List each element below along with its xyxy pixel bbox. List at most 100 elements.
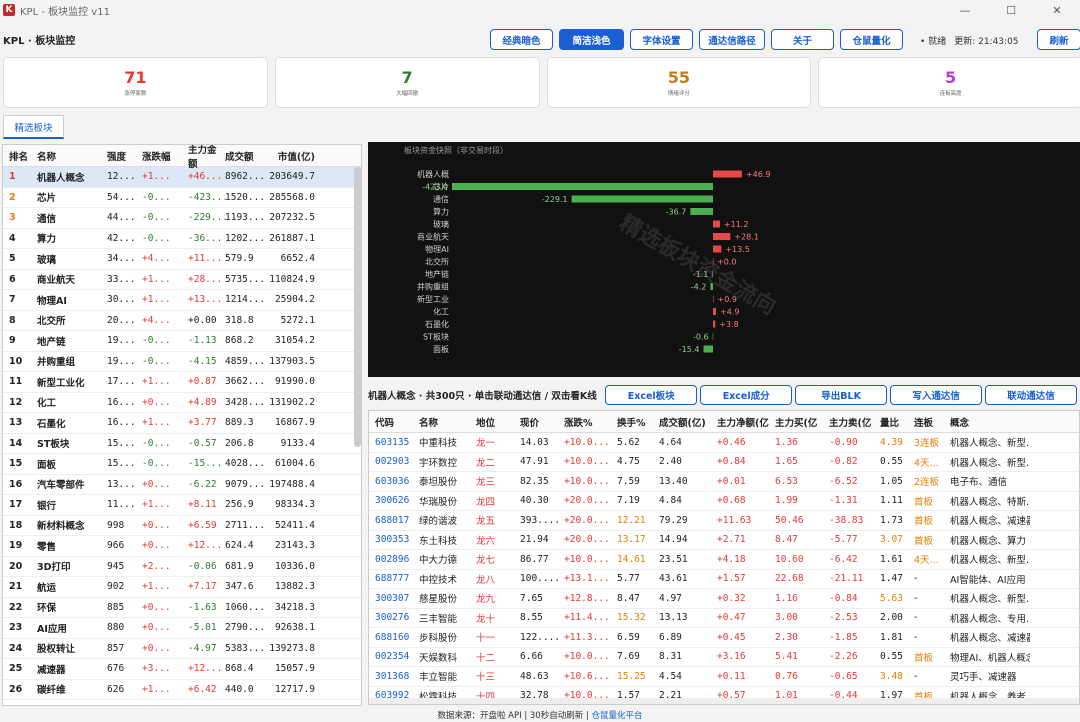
table-row[interactable]: 6 商业航天 33... +1... +28... 5735... 110824.9	[3, 270, 361, 290]
minimize-icon[interactable]: —	[942, 0, 988, 20]
table-row[interactable]: 002903 宇环数控 龙二 47.91 +10.0... 4.75 2.40 +0.84 1.…	[369, 453, 1079, 472]
col-amount[interactable]: 成交额(亿)	[659, 415, 717, 429]
table-row[interactable]: 25 减速器 676 +3... +12... 868.4 15057.9	[3, 659, 361, 680]
code-cell: 301368	[375, 670, 410, 682]
table-row[interactable]: 5 玻璃 34... +4... +11... 579.9 6652.4	[3, 249, 361, 270]
main-net-cell: +0.46	[717, 436, 746, 448]
turnover-cell: 579.9	[225, 253, 254, 265]
col-turnover[interactable]: 成交额	[225, 149, 263, 163]
table-row[interactable]: 688017 绿的谐波 龙五 393.... +20.0... 12.21 79.29 +11…	[369, 511, 1079, 531]
rank-cell: 十三	[476, 672, 496, 684]
col-price[interactable]: 现价	[520, 415, 564, 429]
col-change[interactable]: 涨跌幅	[142, 149, 188, 163]
col-name[interactable]: 名称	[419, 415, 476, 429]
table-row[interactable]: 15 面板 15... -0... -15... 4028... 61004.6	[3, 454, 361, 475]
col-change-pct[interactable]: 涨跌%	[564, 415, 617, 429]
chart-value-label: -229.1	[542, 195, 568, 204]
main-net-cell: +0.32	[717, 592, 746, 604]
name-cell: 新型工业化	[37, 377, 85, 389]
table-row[interactable]: 3 通信 44... -0... -229... 1193... 207232.5	[3, 208, 361, 229]
col-main-sell[interactable]: 主力卖(亿	[829, 415, 880, 429]
table-row[interactable]: 4 算力 42... -0... -36... 1202... 261887.1	[3, 229, 361, 249]
turnover-cell: 8962...	[225, 171, 266, 183]
font-settings-button[interactable]: 字体设置	[630, 29, 693, 50]
col-main-amount[interactable]: 主力金额	[188, 145, 225, 170]
table-row[interactable]: 11 新型工业化 17... +1... +0.87 3662... 91990.0	[3, 372, 361, 393]
table-row[interactable]: 688777 中控技术 龙八 100.... +13.1... 5.77 43.61 +1.5…	[369, 570, 1079, 589]
name-cell: 宇环数控	[419, 457, 458, 469]
about-button[interactable]: 关于	[771, 29, 834, 50]
write-tdx-button[interactable]: 写入通达信	[890, 385, 983, 405]
maximize-icon[interactable]: ☐	[988, 0, 1034, 20]
table-row[interactable]: 300276 三丰智能 龙十 8.55 +11.4... 15.32 13.13 +0.47 3…	[369, 609, 1079, 628]
export-blk-button[interactable]: 导出BLK	[795, 385, 888, 405]
col-streak[interactable]: 连板	[914, 415, 950, 429]
code-cell: 300353	[375, 534, 410, 546]
code-cell: 688777	[375, 573, 410, 585]
table-row[interactable]: 10 并购重组 19... -0... -4.15 4859... 137903.5	[3, 352, 361, 372]
excel-sector-button[interactable]: Excel板块	[605, 385, 698, 405]
table-row[interactable]: 21 航运 902 +1... +7.17 347.6 13882.3	[3, 577, 361, 598]
table-row[interactable]: 688160 步科股份 十一 122.... +11.3... 6.59 6.89 +0.45…	[369, 628, 1079, 648]
chart-value-label: -1.1	[693, 270, 709, 279]
theme-light-button[interactable]: 简洁浅色	[559, 29, 624, 50]
table-row[interactable]: 26 碳纤维 626 +1... +6.42 440.0 12717.9	[3, 680, 361, 700]
table-row[interactable]: 18 新材料概念 998 +0... +6.59 2711... 52411.4	[3, 516, 361, 536]
table-row[interactable]: 2 芯片 54... -0... -423... 1520... 285568.0	[3, 188, 361, 208]
rank-cell: 龙六	[476, 535, 496, 547]
table-row[interactable]: 1 机器人概念 12... +1... +46... 8962... 203649.7	[3, 167, 361, 188]
col-main-buy[interactable]: 主力买(亿	[775, 415, 829, 429]
table-row[interactable]: 7 物理AI 30... +1... +13... 1214... 25904.2	[3, 290, 361, 311]
table-row[interactable]: 13 石墨化 16... +1... +3.77 889.3 16867.9	[3, 413, 361, 434]
col-turnover-pct[interactable]: 换手%	[617, 415, 659, 429]
quant-button[interactable]: 仓鼠量化	[840, 29, 903, 50]
table-row[interactable]: 17 银行 11... +1... +8.11 256.9 98334.3	[3, 495, 361, 516]
table-row[interactable]: 16 汽车零部件 13... +0... -6.22 9079... 197488.4	[3, 475, 361, 495]
tab-selected-sectors[interactable]: 精选板块	[3, 115, 64, 139]
change-cell: +2...	[142, 560, 171, 572]
market-cap-cell: 15057.9	[274, 663, 315, 675]
market-cap-cell: 91990.0	[274, 376, 315, 388]
col-concept[interactable]: 概念	[950, 415, 1030, 429]
table-row[interactable]: 603135 中重科技 龙一 14.03 +10.0... 5.62 4.64 +0.46 1.…	[369, 433, 1079, 453]
col-rank[interactable]: 排名	[3, 149, 31, 163]
col-volume-ratio[interactable]: 量比	[880, 415, 914, 429]
table-row[interactable]: 002896 中大力德 龙七 86.77 +10.0... 14.61 23.51 +4.18…	[369, 550, 1079, 570]
tdx-path-button[interactable]: 通达信路径	[699, 29, 765, 50]
table-row[interactable]: 300307 慈星股份 龙九 7.65 +12.8... 8.47 4.97 +0.32 1.1…	[369, 589, 1079, 609]
table-row[interactable]: 002354 天娱数科 十二 6.66 +10.0... 7.69 8.31 +3.16 5.4…	[369, 648, 1079, 667]
col-rank[interactable]: 地位	[476, 415, 520, 429]
table-row[interactable]: 24 股权转让 857 +0... -4.97 5383... 139273.8	[3, 639, 361, 659]
table-row[interactable]: 300353 东土科技 龙六 21.94 +20.0... 13.17 14.94 +2.71…	[369, 531, 1079, 550]
table-row[interactable]: 22 环保 885 +0... -1.63 1060... 34218.3	[3, 598, 361, 618]
theme-dark-button[interactable]: 经典暗色	[490, 29, 553, 50]
table-row[interactable]: 14 ST板块 15... -0... -0.57 206.8 9133.4	[3, 434, 361, 454]
col-strength[interactable]: 强度	[107, 149, 142, 163]
col-market-cap[interactable]: 市值(亿)	[263, 149, 321, 163]
turnover-cell: 5.62	[617, 436, 640, 448]
strength-cell: 676	[107, 663, 125, 675]
sector-table-scrollbar[interactable]	[354, 167, 361, 447]
table-row[interactable]: 23 AI应用 880 +0... -5.01 2790... 92638.1	[3, 618, 361, 639]
col-name[interactable]: 名称	[31, 149, 107, 163]
constituents-hscroll[interactable]	[369, 698, 1079, 704]
col-main-net[interactable]: 主力净额(亿	[717, 415, 775, 429]
refresh-button[interactable]: 刷新	[1037, 29, 1080, 50]
table-row[interactable]: 300626 华瑞股份 龙四 40.30 +20.0... 7.19 4.84 +0.68 1.…	[369, 492, 1079, 511]
excel-constituents-button[interactable]: Excel成分	[700, 385, 793, 405]
price-cell: 122....	[520, 631, 561, 643]
table-row[interactable]: 301368 丰立智能 十三 48.63 +10.6... 15.25 4.54 +0.11 0…	[369, 667, 1079, 687]
table-row[interactable]: 19 零售 966 +0... +12... 624.4 23143.3	[3, 536, 361, 557]
table-row[interactable]: 12 化工 16... +0... +4.89 3428... 131902.2	[3, 393, 361, 413]
close-icon[interactable]: ✕	[1034, 0, 1080, 20]
name-cell: 汽车零部件	[37, 480, 85, 492]
col-code[interactable]: 代码	[369, 415, 419, 429]
link-tdx-button[interactable]: 联动通达信	[985, 385, 1077, 405]
table-row[interactable]: 9 地产链 19... -0... -1.13 868.2 31054.2	[3, 331, 361, 352]
table-row[interactable]: 603036 泰坦股份 龙三 82.35 +10.0... 7.59 13.40 +0.01 6…	[369, 472, 1079, 492]
table-row[interactable]: 8 北交所 20... +4... +0.00 318.8 5272.1	[3, 311, 361, 331]
amount-cell: 2.40	[659, 456, 682, 468]
footer-link[interactable]: 仓鼠量化平台	[592, 711, 643, 721]
table-row[interactable]: 20 3D打印 945 +2... -0.06 681.9 10336.0	[3, 557, 361, 577]
amount-cell: 6.89	[659, 631, 682, 643]
